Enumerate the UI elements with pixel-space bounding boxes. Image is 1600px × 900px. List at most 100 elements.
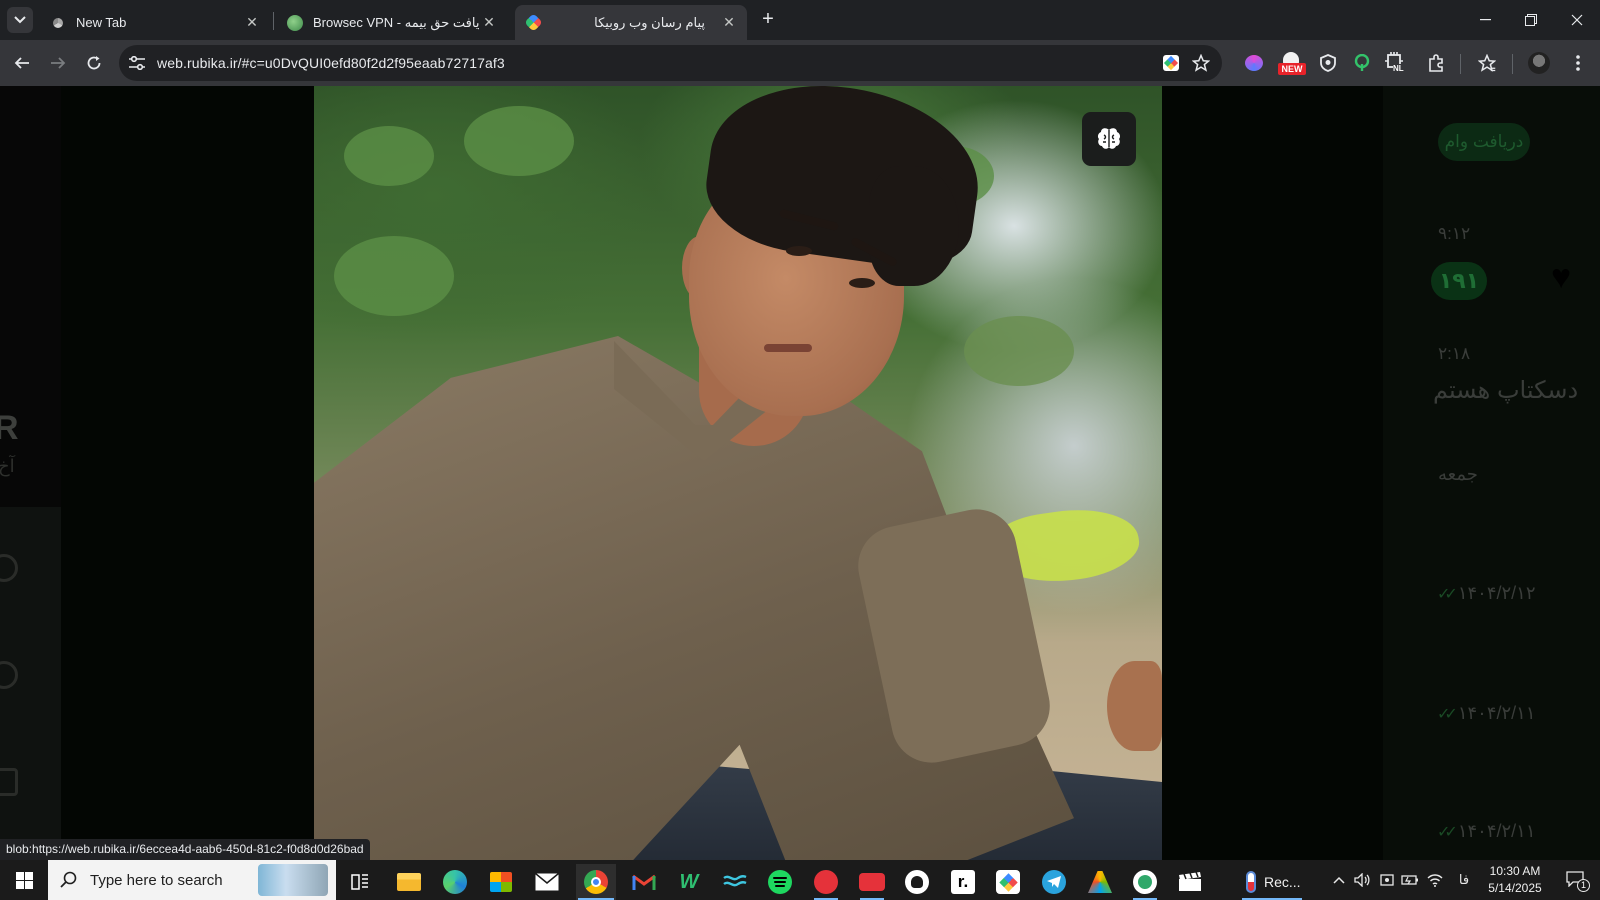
thermometer-icon	[1246, 871, 1256, 893]
minimize-button[interactable]	[1462, 0, 1508, 40]
favorites-icon[interactable]	[1475, 51, 1499, 75]
extension-vpn-icon[interactable]	[1350, 51, 1374, 75]
colorful-app-icon[interactable]	[1080, 864, 1120, 900]
message-time: ۲:۱۸	[1438, 344, 1471, 363]
close-tab-icon[interactable]: ✕	[479, 13, 499, 33]
meet-now-icon[interactable]	[1375, 860, 1399, 900]
extension-brain-icon[interactable]	[1242, 51, 1266, 75]
close-tab-icon[interactable]: ✕	[719, 13, 739, 33]
gmail-icon[interactable]	[624, 864, 664, 900]
tab-title: Browsec VPN - دریافت حق بیمه	[313, 14, 479, 30]
windows-taskbar: Type here to search W r. Rec... فا 10:30…	[0, 860, 1600, 900]
chrome-icon	[50, 14, 66, 31]
tab-search-button[interactable]	[7, 7, 33, 33]
double-check-icon: ✓✓	[1437, 823, 1458, 841]
clock-time: 10:30 AM	[1489, 864, 1541, 878]
notification-count: 1	[1577, 879, 1590, 892]
extensions-puzzle-icon[interactable]	[1424, 51, 1448, 75]
message-date: ✓✓ ۱۴۰۴/۲/۱۱	[1437, 821, 1536, 841]
status-bar-url: blob:https://web.rubika.ir/6eccea4d-aab6…	[0, 839, 370, 860]
chrome-taskbar-icon[interactable]	[576, 864, 616, 900]
volume-icon[interactable]	[1350, 860, 1374, 900]
new-badge: NEW	[1278, 63, 1306, 75]
chrome-profile-icon[interactable]	[1125, 864, 1165, 900]
red-app-icon[interactable]	[806, 864, 846, 900]
microsoft-store-icon[interactable]	[481, 864, 521, 900]
tab-rubika[interactable]: پیام رسان وب روبیکا ✕	[515, 5, 747, 40]
task-view-icon[interactable]	[340, 864, 380, 900]
profile-avatar[interactable]	[1527, 51, 1551, 75]
site-info-icon[interactable]	[125, 51, 149, 75]
mail-icon[interactable]	[527, 864, 567, 900]
reload-icon	[87, 56, 101, 70]
telegram-icon[interactable]	[1034, 864, 1074, 900]
chat-panel-dimmed: دریافت وام ۹:۱۲ ۱۹۱ ♥ ۲:۱۸ دسکتاپ هستم ج…	[1383, 86, 1600, 860]
w-app-icon[interactable]: W	[669, 864, 709, 900]
profile-letter: R	[0, 409, 19, 447]
globe-icon	[287, 14, 303, 31]
tab-browsec[interactable]: Browsec VPN - دریافت حق بیمه ✕	[275, 5, 507, 40]
tab-title: پیام رسان وب روبیکا	[594, 14, 705, 30]
taskbar-search-box[interactable]: Type here to search	[48, 860, 336, 900]
close-window-button[interactable]	[1554, 0, 1600, 40]
tab-new-tab[interactable]: New Tab ✕	[38, 5, 270, 40]
heart-icon[interactable]: ♥	[1551, 258, 1571, 297]
left-sidebar-dimmed: R آخ	[0, 86, 61, 860]
arrow-left-icon	[14, 57, 29, 69]
media-photo[interactable]	[314, 86, 1162, 860]
tab-title: New Tab	[76, 15, 127, 30]
close-tab-icon[interactable]: ✕	[242, 13, 262, 33]
unread-badge: ۱۹۱	[1431, 262, 1487, 300]
page-viewport: R آخ دریافت وام ۹:۱۲ ۱۹۱ ♥ ۲:۱۸ دسکتاپ ه…	[0, 86, 1600, 860]
day-separator: جمعه	[1438, 464, 1478, 484]
chevron-down-icon	[14, 16, 26, 24]
windsurf-icon[interactable]	[715, 864, 755, 900]
search-highlight-art	[258, 864, 328, 896]
minimize-icon	[1479, 19, 1491, 21]
file-explorer-icon[interactable]	[389, 864, 429, 900]
back-button[interactable]	[7, 48, 37, 78]
windows-logo-icon	[15, 871, 33, 889]
spotify-icon[interactable]	[760, 864, 800, 900]
extension-new-icon[interactable]: NEW	[1276, 51, 1306, 75]
close-icon	[1571, 14, 1583, 26]
message-text: دسکتاپ هستم	[1433, 377, 1579, 404]
clapper-icon[interactable]	[1170, 864, 1210, 900]
video-app-icon[interactable]	[852, 864, 892, 900]
rubika-taskbar-icon[interactable]	[988, 864, 1028, 900]
shield-icon[interactable]	[1316, 51, 1340, 75]
ai-analyze-button[interactable]	[1082, 112, 1136, 166]
new-tab-button[interactable]: +	[757, 8, 779, 30]
message-date: ✓✓ ۱۴۰۴/۲/۱۱	[1437, 703, 1536, 723]
search-icon	[60, 871, 77, 888]
calendar-icon	[0, 768, 18, 796]
message-date: ✓✓ ۱۴۰۴/۲/۱۲	[1437, 583, 1536, 603]
restore-icon	[1525, 14, 1537, 26]
menu-kebab-icon[interactable]	[1566, 51, 1590, 75]
rubika-page-icon[interactable]	[1161, 53, 1181, 73]
extension-nl-icon[interactable]: NL	[1384, 51, 1408, 75]
notification-center-icon[interactable]: 1	[1556, 860, 1596, 900]
address-bar[interactable]: web.rubika.ir/#c=u0DvQUI0efd80f2d2f95eaa…	[119, 45, 1222, 81]
arrow-right-icon	[51, 57, 66, 69]
restore-button[interactable]	[1508, 0, 1554, 40]
start-button[interactable]	[0, 860, 48, 900]
github-icon[interactable]	[897, 864, 937, 900]
taskbar-clock[interactable]: 10:30 AM 5/14/2025	[1480, 863, 1550, 897]
tray-chevron-up-icon[interactable]	[1328, 860, 1350, 900]
edge-icon[interactable]	[435, 864, 475, 900]
input-language[interactable]: فا	[1450, 860, 1478, 900]
recording-app[interactable]: Rec...	[1240, 864, 1310, 900]
r-app-icon[interactable]: r.	[943, 864, 983, 900]
bookmark-star-icon[interactable]	[1191, 53, 1211, 73]
forward-button[interactable]	[43, 48, 73, 78]
reload-button[interactable]	[79, 48, 109, 78]
browser-toolbar: web.rubika.ir/#c=u0DvQUI0efd80f2d2f95eaa…	[0, 40, 1600, 86]
battery-icon[interactable]	[1398, 860, 1422, 900]
info-icon	[0, 661, 18, 689]
wifi-icon[interactable]	[1423, 860, 1447, 900]
url-text: web.rubika.ir/#c=u0DvQUI0efd80f2d2f95eaa…	[157, 55, 505, 71]
rubika-icon	[524, 13, 543, 32]
double-check-icon: ✓✓	[1437, 705, 1458, 723]
loan-button[interactable]: دریافت وام	[1438, 123, 1530, 161]
